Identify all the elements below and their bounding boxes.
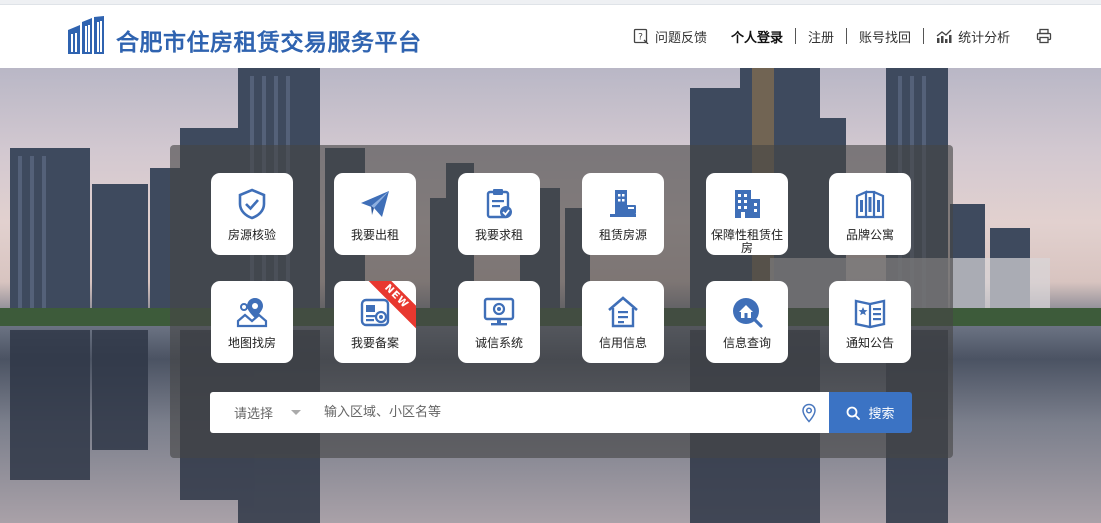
tile-label: 信息查询: [722, 336, 771, 350]
svg-text:?: ?: [638, 33, 643, 43]
shield-check-icon: [238, 188, 266, 220]
nav-divider: [923, 28, 925, 44]
search-icon: [847, 406, 861, 420]
tile-label: 诚信系统: [474, 336, 523, 350]
tile-label: 我要出租: [350, 228, 399, 242]
tile-label: 保障性租赁住房: [710, 228, 783, 255]
register-link[interactable]: 注册: [808, 27, 834, 46]
search-button[interactable]: 搜索: [829, 392, 912, 433]
tile-brand-apartments[interactable]: 品牌公寓: [829, 173, 911, 255]
tile-rental-listings[interactable]: 租赁房源: [582, 173, 664, 255]
site-header: 合肥市住房租赁交易服务平台 ? 问题反馈 个人登录 注册 账号找回 统计分析: [0, 5, 1101, 68]
tile-label: 我要备案: [350, 336, 399, 350]
tile-label: 品牌公寓: [845, 228, 894, 242]
tile-label: 房源核验: [227, 228, 276, 242]
nav-divider: [846, 28, 848, 44]
search-button-label: 搜索: [868, 407, 895, 422]
tile-label: 租赁房源: [598, 228, 647, 242]
search-bar: 请选择: [210, 392, 829, 433]
tile-announcements[interactable]: 通知公告: [829, 281, 911, 363]
search-input[interactable]: [324, 392, 794, 433]
tile-label: 地图找房: [227, 336, 276, 350]
account-recover-link[interactable]: 账号找回: [859, 27, 911, 46]
statistics-label: 统计分析: [958, 30, 1011, 46]
top-nav: ? 问题反馈 个人登录 注册 账号找回 统计分析: [633, 25, 1052, 47]
location-pin-icon[interactable]: [799, 403, 819, 423]
house-search-icon: [733, 298, 763, 328]
tile-seek-rent[interactable]: 我要求租: [458, 173, 540, 255]
hero-banner: [0, 68, 1101, 523]
clipboard-check-icon: [486, 189, 512, 219]
office-building-icon: [735, 190, 760, 218]
map-pin-icon: [236, 298, 268, 328]
statistics-link[interactable]: 统计分析: [936, 27, 1010, 46]
site-title[interactable]: 合肥市住房租赁交易服务平台: [116, 23, 422, 57]
tile-map-search[interactable]: 地图找房: [211, 281, 293, 363]
print-icon[interactable]: [1036, 28, 1052, 44]
paper-plane-icon: [361, 191, 389, 217]
building-logo-icon[interactable]: [66, 16, 106, 56]
tile-rent-out[interactable]: 我要出租: [334, 173, 416, 255]
tile-listing-verification[interactable]: 房源核验: [211, 173, 293, 255]
tile-integrity-system[interactable]: 诚信系统: [458, 281, 540, 363]
chevron-down-icon[interactable]: [291, 410, 301, 415]
feedback-label: 问题反馈: [655, 30, 708, 46]
chart-trend-icon: [936, 29, 952, 43]
tile-filing[interactable]: 我要备案 NEW: [334, 281, 416, 363]
personal-login-link[interactable]: 个人登录: [731, 27, 783, 46]
question-feedback-icon: ?: [633, 28, 649, 44]
monitor-icon: [483, 297, 515, 326]
tile-affordable-housing[interactable]: 保障性租赁住房: [706, 173, 788, 255]
house-document-icon: [608, 296, 638, 328]
tile-label: 信用信息: [598, 336, 647, 350]
nav-divider: [795, 28, 797, 44]
building-desk-icon: [610, 190, 636, 217]
tile-label: 我要求租: [474, 228, 523, 242]
tile-label: 通知公告: [845, 336, 894, 350]
notice-book-icon: [854, 299, 886, 329]
tile-info-query[interactable]: 信息查询: [706, 281, 788, 363]
tile-credit-info[interactable]: 信用信息: [582, 281, 664, 363]
feedback-link[interactable]: ? 问题反馈: [633, 27, 707, 46]
region-select-label: 请选择: [234, 407, 274, 422]
apartment-icon: [855, 190, 885, 219]
